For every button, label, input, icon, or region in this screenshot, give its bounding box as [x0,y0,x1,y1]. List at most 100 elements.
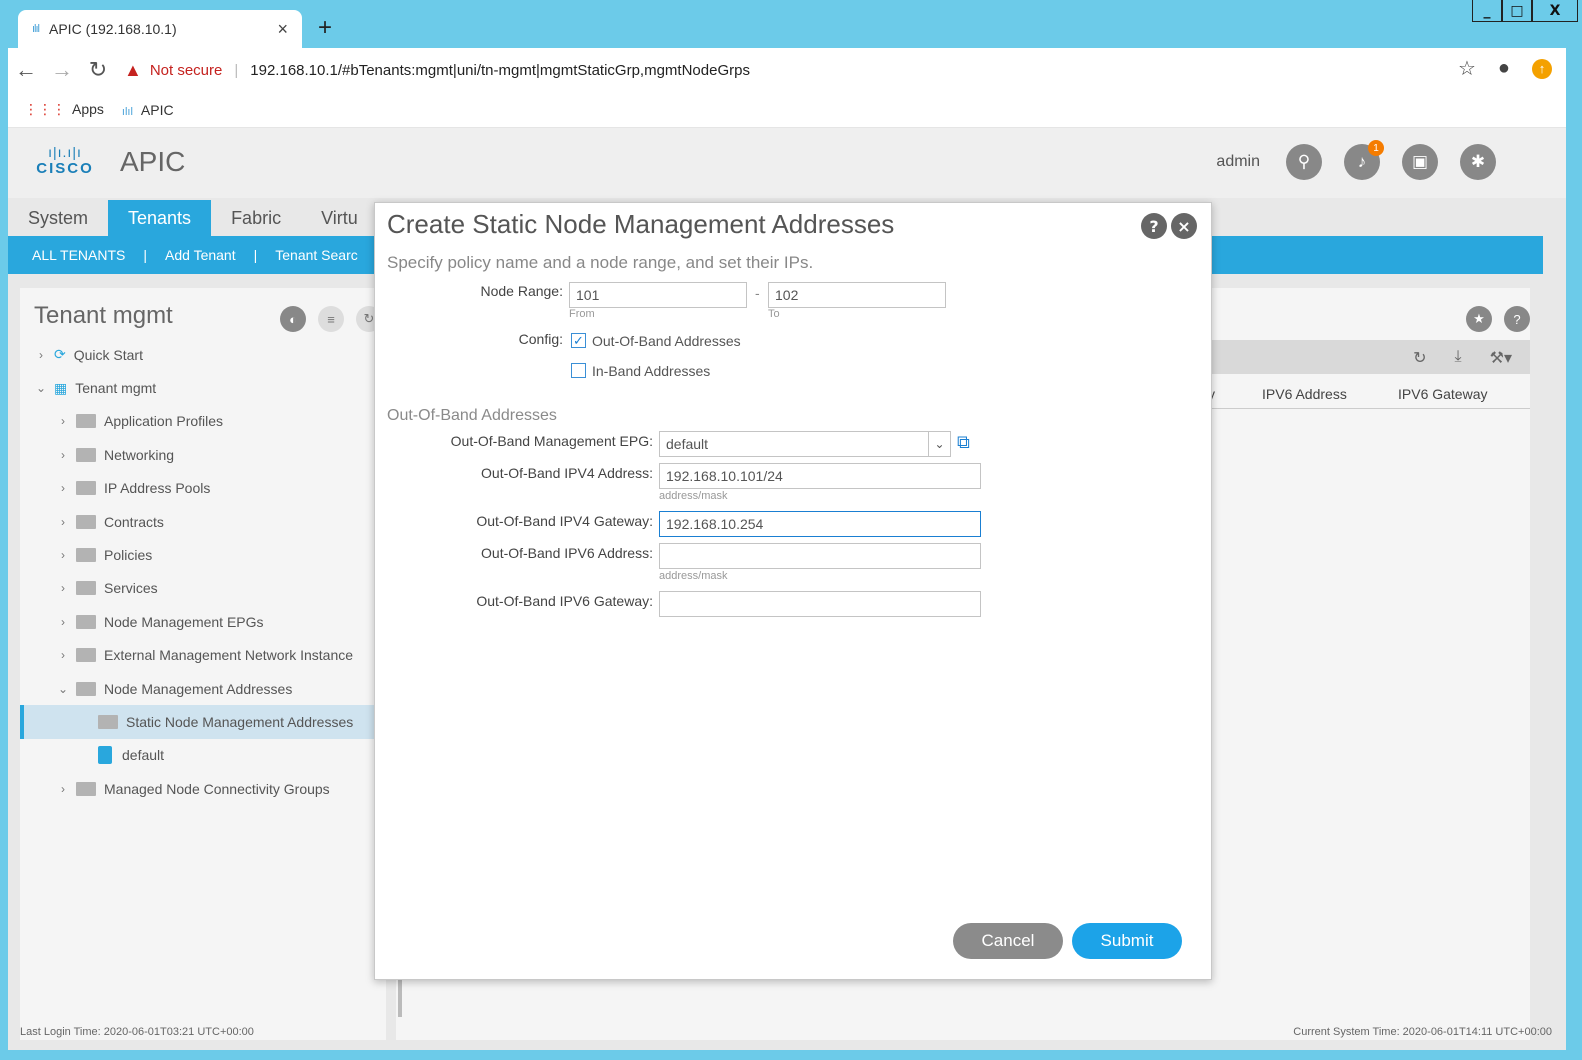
filter-icon[interactable]: ≡ [318,306,344,332]
tools-icon[interactable]: ⚒▾ [1490,348,1512,368]
tree-item-contracts[interactable]: › Contracts [20,505,386,538]
open-external-icon[interactable]: ⧉ [957,432,970,453]
chevron-right-icon[interactable]: › [56,648,70,662]
chevron-right-icon[interactable]: › [56,548,70,562]
warning-icon: ▲ [124,59,142,80]
tab-virtual-networking[interactable]: Virtu [301,200,378,238]
chevron-right-icon[interactable]: › [34,348,48,362]
tab-system[interactable]: System [8,200,108,238]
tree-item-quick-start[interactable]: › ⟳ Quick Start [20,338,386,371]
folder-icon [76,614,96,629]
not-secure-label: Not secure [149,61,223,79]
chevron-right-icon[interactable]: › [56,615,70,629]
folder-icon [98,714,118,729]
back-icon[interactable]: ← [8,57,44,83]
ipv4-gateway-input[interactable]: 192.168.10.254 [659,511,981,537]
cisco-logo: ı|ı.ı|ı CISCO [30,144,100,177]
help-icon[interactable]: ? [1141,213,1167,239]
close-icon[interactable]: × [1171,213,1197,239]
all-tenants-link[interactable]: ALL TENANTS [32,247,125,263]
chevron-down-icon[interactable]: ⌄ [928,432,950,456]
column-header-ipv6-gateway[interactable]: IPV6 Gateway [1398,386,1488,402]
help-icon[interactable]: ? [1504,306,1530,332]
ipv4-address-input[interactable]: 192.168.10.101/24 [659,463,981,489]
bookmark-apps[interactable]: ⋮⋮⋮ Apps [24,101,104,118]
chevron-right-icon[interactable]: › [56,481,70,495]
oob-epg-select[interactable]: default ⌄ [659,431,951,457]
tab-fabric[interactable]: Fabric [211,200,301,238]
tenant-info-icon[interactable]: ◐ [280,306,306,332]
bookmark-star-icon[interactable]: ☆ [1458,56,1476,81]
extension-icon[interactable]: ↑ [1532,58,1552,79]
tree-item-policies[interactable]: › Policies [20,538,386,571]
user-name[interactable]: admin [1216,153,1260,171]
sub-nav-divider: | [253,247,258,263]
chevron-right-icon[interactable]: › [56,581,70,595]
tree-item-node-management-addresses[interactable]: ⌄ Node Management Addresses [20,672,386,705]
column-header-ipv6-address[interactable]: IPV6 Address [1262,386,1347,402]
oob-addresses-label[interactable]: Out-Of-Band Addresses [592,333,741,349]
cancel-button[interactable]: Cancel [953,923,1063,959]
dialog-title: Create Static Node Management Addresses [387,209,895,239]
ipv6-gateway-input[interactable] [659,591,981,617]
tab-tenants[interactable]: Tenants [108,200,212,238]
tree-item-services[interactable]: › Services [20,572,386,605]
folder-icon [76,548,96,563]
inband-addresses-label[interactable]: In-Band Addresses [592,363,710,379]
tree-item-node-management-epgs[interactable]: › Node Management EPGs [20,605,386,638]
tab-close-icon[interactable]: × [277,19,288,40]
folder-icon [76,781,96,796]
folder-icon [76,581,96,596]
new-tab-button[interactable]: + [318,14,332,42]
epg-label: Out-Of-Band Management EPG: [450,433,653,449]
tree-item-application-profiles[interactable]: › Application Profiles [20,405,386,438]
app-header: ı|ı.ı|ı CISCO APIC admin ⚲ ♪ 1 ▣ ✱ [8,128,1566,198]
refresh-icon[interactable]: ↻ [1413,348,1426,368]
checkmark-icon: ✓ [573,332,584,348]
chevron-right-icon[interactable]: › [56,782,70,796]
config-label: Config: [518,331,563,347]
monitor-icon[interactable]: ▣ [1402,144,1438,180]
tree-item-tenant-mgmt[interactable]: ⌄ ▦ Tenant mgmt [20,371,386,404]
alert-count-badge: 1 [1368,140,1384,156]
chevron-right-icon[interactable]: › [56,448,70,462]
node-range-from-input[interactable]: 101 [569,282,747,308]
submit-button[interactable]: Submit [1072,923,1182,959]
status-footer: Last Login Time: 2020-06-01T03:21 UTC+00… [8,1026,1566,1046]
folder-icon [76,514,96,529]
node-range-label: Node Range: [480,283,563,299]
tree-item-managed-node-connectivity-groups[interactable]: › Managed Node Connectivity Groups [20,772,386,805]
star-icon[interactable]: ★ [1466,306,1492,332]
browser-tab[interactable]: ılıl APIC (192.168.10.1) × [18,10,302,48]
current-system-time: Current System Time: 2020-06-01T14:11 UT… [1293,1026,1552,1038]
search-icon[interactable]: ⚲ [1286,144,1322,180]
profile-icon[interactable]: ● [1498,57,1510,80]
alerts-bell-icon[interactable]: ♪ 1 [1344,140,1384,180]
url-text[interactable]: 192.168.10.1/#bTenants:mgmt|uni/tn-mgmt|… [250,62,750,79]
ipv6-address-input[interactable] [659,543,981,569]
chevron-right-icon[interactable]: › [56,515,70,529]
chevron-down-icon[interactable]: ⌄ [34,381,48,395]
node-range-to-input[interactable]: 102 [768,282,946,308]
document-icon [98,746,112,765]
tenant-search-link[interactable]: Tenant Searc [275,247,358,263]
chevron-right-icon[interactable]: › [56,414,70,428]
gear-icon[interactable]: ✱ [1460,144,1496,180]
forward-icon[interactable]: → [44,57,80,83]
chevron-down-icon[interactable]: ⌄ [56,682,70,696]
address-bar[interactable]: ▲ Not secure | 192.168.10.1/#bTenants:mg… [124,54,750,86]
from-hint: From [569,308,595,320]
add-tenant-link[interactable]: Add Tenant [165,247,236,263]
reload-icon[interactable]: ↻ [80,57,116,83]
tree-item-ip-address-pools[interactable]: › IP Address Pools [20,472,386,505]
tree-item-networking[interactable]: › Networking [20,438,386,471]
content-panel-icons: ★ ? [1466,306,1530,332]
oob-addresses-checkbox[interactable]: ✓ [571,333,586,348]
tree-title: Tenant mgmt [34,302,173,329]
tree-item-static-node-management-addresses[interactable]: Static Node Management Addresses [20,705,386,739]
tree-item-default[interactable]: default [20,739,386,772]
inband-addresses-checkbox[interactable] [571,363,586,378]
bookmark-apic[interactable]: ılıl APIC [122,102,174,118]
download-icon[interactable]: ⤓ [1455,348,1462,368]
tree-item-external-management-network-instance[interactable]: › External Management Network Instance [20,639,386,672]
